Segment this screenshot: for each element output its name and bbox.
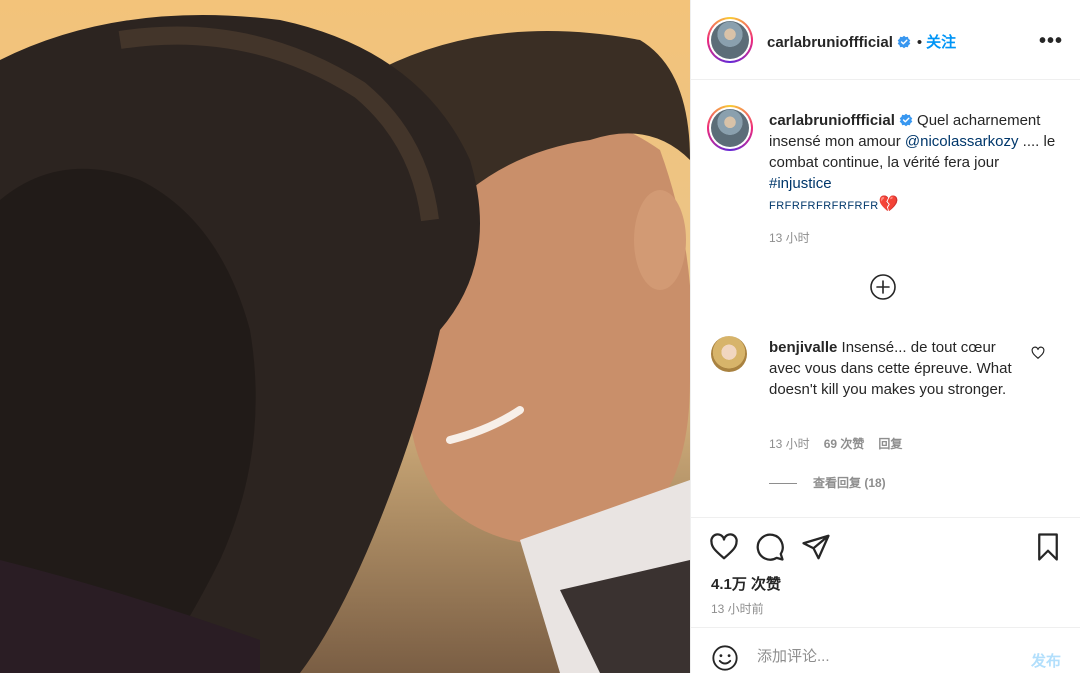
replies-divider [769, 483, 797, 485]
post-header: carlabrunioffficial • 关注 ••• [691, 0, 1080, 80]
post-photo-illustration [0, 0, 690, 673]
view-replies-button[interactable]: 查看回复 (18) [769, 474, 886, 491]
comment-body: benjivalle Insensé... de tout cœur avec … [769, 337, 1019, 400]
comment-time: 13 小时 [769, 437, 810, 451]
load-more-comments-button[interactable] [869, 273, 897, 301]
header-separator: • [916, 34, 923, 51]
caption-flag-emojis: FRFRFRFRFRFRFR [769, 200, 879, 212]
author-line: carlabrunioffficial • 关注 [767, 31, 956, 52]
share-paper-plane-icon[interactable] [801, 532, 831, 562]
broken-heart-emoji: 💔 [878, 196, 899, 213]
post-image[interactable] [0, 0, 690, 673]
post-actions: 4.1万 次赞 13 小时前 [691, 518, 1080, 628]
add-comment-form: 发布 [691, 628, 1080, 673]
post-likes-count[interactable]: 4.1万 次赞 [711, 573, 781, 594]
save-bookmark-icon[interactable] [1033, 532, 1063, 562]
comment-likes-count[interactable]: 69 次赞 [824, 437, 865, 451]
post-side-panel: carlabrunioffficial • 关注 ••• carlabrunioff… [690, 0, 1080, 673]
caption-hashtag-link[interactable]: #injustice [769, 175, 832, 192]
verified-badge-icon [897, 35, 911, 49]
caption-avatar[interactable] [707, 105, 753, 151]
more-options-icon: ••• [1038, 30, 1063, 52]
author-username[interactable]: carlabrunioffficial [767, 34, 893, 51]
view-replies-label: 查看回复 (18) [813, 476, 886, 490]
comment-bubble-icon[interactable] [755, 532, 785, 562]
comment-like-heart-icon[interactable] [1031, 346, 1045, 360]
post-time-ago[interactable]: 13 小时前 [711, 600, 764, 617]
caption-time: 13 小时 [769, 231, 810, 245]
emoji-smiley-icon[interactable] [711, 644, 739, 672]
caption-username[interactable]: carlabrunioffficial [769, 112, 895, 129]
comments-section[interactable]: carlabrunioffficial Quel acharnement ins… [691, 80, 1080, 518]
post-comment-button[interactable]: 发布 [1031, 650, 1061, 671]
commenter-avatar[interactable] [711, 336, 747, 372]
reply-button[interactable]: 回复 [878, 437, 902, 451]
like-heart-icon[interactable] [709, 532, 739, 562]
comment-input[interactable] [757, 648, 1007, 665]
commenter-username[interactable]: benjivalle [769, 339, 837, 356]
follow-button[interactable]: 关注 [926, 34, 956, 51]
author-avatar[interactable] [707, 17, 753, 63]
caption-verified-badge-icon [899, 113, 913, 127]
caption-mention-link[interactable]: @nicolassarkozy [905, 133, 1019, 150]
comment-meta: 13 小时 69 次赞 回复 [769, 435, 916, 452]
caption: carlabrunioffficial Quel acharnement ins… [769, 110, 1059, 217]
more-options-button[interactable]: ••• [1039, 30, 1063, 53]
